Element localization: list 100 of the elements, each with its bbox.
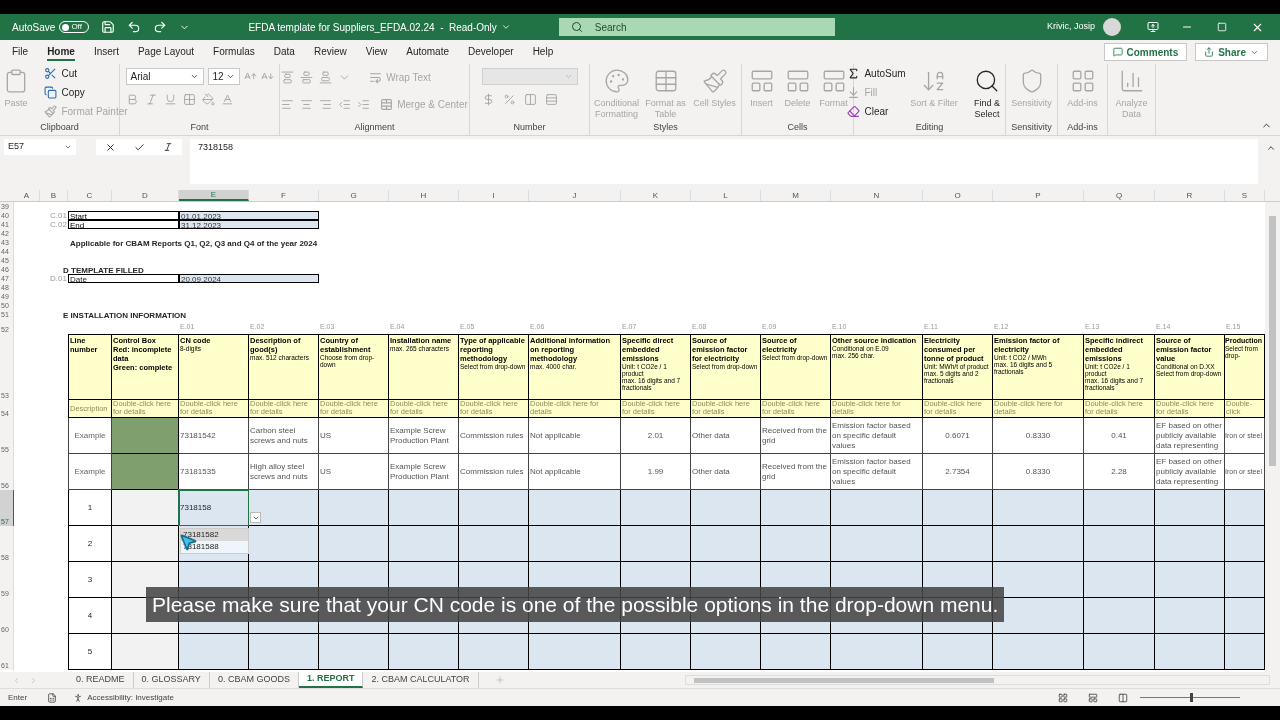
line-number-cell: 5 [68,634,112,670]
table-cell: Commission rules [459,454,529,490]
status-mode: Enter [8,691,28,704]
accessibility-status[interactable]: Accessibility: Investigate [87,691,174,704]
ribbon-button[interactable]: Cut [44,64,77,83]
field-label: Start [68,211,179,220]
column-header[interactable]: K [621,190,691,201]
table-cell: EF based on other publicly available data representing [1155,418,1225,454]
group-label: Sensitivity [1011,121,1052,133]
ribbon-tab[interactable]: Formulas [213,43,255,61]
table-cell: Other data [691,418,761,454]
font-size-field[interactable]: 12 [207,68,240,85]
section-heading: E INSTALLATION INFORMATION [62,311,187,320]
group-label: Editing [915,121,944,133]
name-box[interactable]: E57 [4,139,76,155]
column-header[interactable]: P [993,190,1084,201]
autosave-label: AutoSave [12,20,56,35]
table-cell: High alloy steel screws and nuts [249,454,319,490]
ribbon-tab[interactable]: Insert [93,43,119,61]
note-text: Applicable for CBAM Reports Q1, Q2, Q3 and Q4 of the year 2024 [69,239,318,248]
group-label: Alignment [354,121,395,133]
table-cell: 2.7354 [923,454,993,490]
table-cell: Emission factor based on specific default values [831,418,923,454]
table-cell: 0.6071 [923,418,993,454]
column-header[interactable]: I [459,190,529,201]
column-header[interactable]: E [179,190,249,201]
window-title: EFDA template for Suppliers_EFDA.02.24 - Read-Only [248,20,497,35]
ribbon-button[interactable]: Copy [44,83,85,102]
ribbon-action-button[interactable]: Comments [1103,43,1188,61]
table-cell: 73181542 [179,418,249,454]
ribbon-action-button[interactable]: Share [1195,43,1268,61]
column-header[interactable]: B [40,190,68,201]
table-cell: Received from the grid [761,418,831,454]
table-cell: 0.41 [1084,418,1155,454]
column-header[interactable]: M [761,190,831,201]
column-header[interactable]: N [831,190,923,201]
table-cell: 2.28 [1084,454,1155,490]
line-number-cell: 1 [68,490,112,526]
group-label: Add-ins [1067,121,1098,133]
formula-field[interactable]: 7318158 [190,139,1258,184]
table-cell: Received from the grid [761,454,831,490]
group-label: Styles [653,121,678,133]
table-cell: Not applicable [529,418,621,454]
subtitle-overlay: Please make sure that your CN code is one of the possible options in the drop-down menu. [146,587,1005,622]
line-number-cell: 3 [68,562,112,598]
ribbon-tab[interactable]: Review [313,43,347,61]
column-header[interactable]: L [691,190,761,201]
column-header[interactable]: A [14,190,40,201]
line-number-cell: 4 [68,598,112,634]
ribbon-tab[interactable]: View [365,43,388,61]
dropdown-option[interactable]: 73181582 [181,529,248,541]
font-name-field[interactable]: Arial [125,68,204,85]
table-cell: Example [68,454,112,490]
column-header[interactable]: F [249,190,319,201]
ribbon-tab[interactable]: Automate [406,43,450,61]
table-cell: Carbon steel screws and nuts [249,418,319,454]
table-cell: Commission rules [459,418,529,454]
section-heading: D TEMPLATE FILLED [62,266,144,275]
field-code: D.01 [50,274,67,283]
field-value: 20.09.2024 [179,274,319,283]
user-name: Krivic, Josip [1047,20,1095,34]
column-header[interactable]: G [319,190,389,201]
table-cell: 1.99 [621,454,691,490]
group-label: Clipboard [40,121,79,133]
field-code: C.01 [50,211,67,220]
column-header[interactable]: J [529,190,621,201]
column-header[interactable]: R [1155,190,1225,201]
table-cell: US [319,454,389,490]
table-cell: Example Screw Production Plant [389,454,459,490]
column-header[interactable]: O [923,190,993,201]
table-cell: 0.8330 [993,454,1084,490]
table-cell: 73181535 [179,454,249,490]
column-header[interactable]: C [68,190,112,201]
line-number-cell: 2 [68,526,112,562]
field-value: 31.12.2023 [179,220,319,229]
group-label: Cells [787,121,808,133]
table-cell: US [319,418,389,454]
field-label: Date [68,274,179,283]
table-cell: Not applicable [529,454,621,490]
field-code: C.02 [50,220,67,229]
ribbon-tab[interactable]: Data [273,43,295,61]
column-header[interactable]: S [1225,190,1265,201]
table-cell: Example Screw Production Plant [389,418,459,454]
sheet-tab[interactable]: 1. REPORT [298,672,364,688]
table-cell: Other data [691,454,761,490]
column-header[interactable]: Q [1084,190,1155,201]
table-cell: Emission factor based on specific default values [831,454,923,490]
field-label: End [68,220,179,229]
column-header[interactable]: H [389,190,459,201]
ribbon-tab[interactable]: Help [532,43,554,61]
table-cell: 0.8330 [993,418,1084,454]
ribbon-tab[interactable]: Home [47,43,75,61]
ribbon-tab[interactable]: File [12,43,29,61]
table-cell: Example [68,418,112,454]
ribbon-tab[interactable]: Page Layout [137,43,195,61]
group-label: Number [513,121,546,133]
table-cell: EF based on other publicly available data representing [1155,454,1225,490]
table-cell: 2.01 [621,418,691,454]
ribbon-tab[interactable]: Developer [468,43,514,61]
search-field[interactable]: Search [558,18,835,36]
